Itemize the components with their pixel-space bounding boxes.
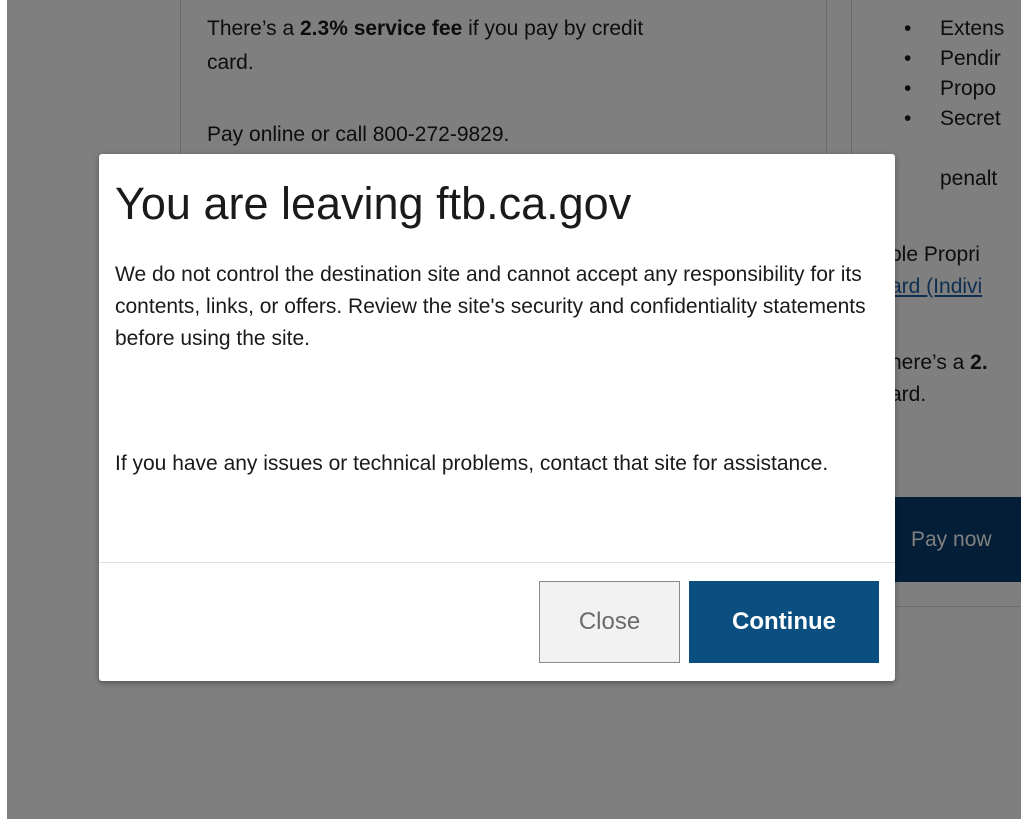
left-edge-strip xyxy=(0,0,7,819)
dialog-disclaimer-text: We do not control the destination site a… xyxy=(115,263,866,350)
dialog-title: You are leaving ftb.ca.gov xyxy=(115,178,632,229)
dialog-assistance-text: If you have any issues or technical prob… xyxy=(115,452,829,475)
close-button[interactable]: Close xyxy=(539,581,680,663)
leaving-site-dialog: You are leaving ftb.ca.gov We do not con… xyxy=(99,154,895,681)
dialog-footer-divider xyxy=(99,562,895,563)
continue-button[interactable]: Continue xyxy=(689,581,879,663)
